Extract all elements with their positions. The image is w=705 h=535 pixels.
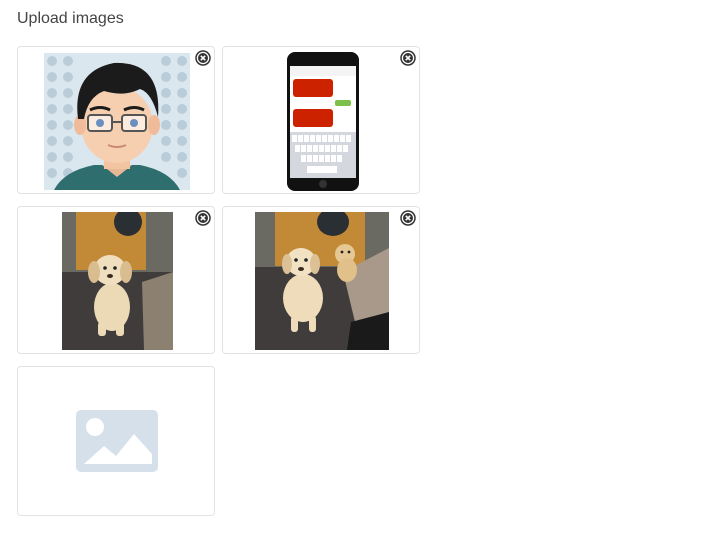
image-placeholder-icon: [76, 410, 158, 472]
image-card-phone[interactable]: [222, 46, 420, 194]
close-circle-icon[interactable]: [195, 50, 211, 66]
puppy-image: [62, 212, 173, 350]
page-title: Upload images: [17, 10, 124, 27]
close-circle-icon[interactable]: [400, 210, 416, 226]
image-card-puppy[interactable]: [17, 206, 215, 354]
avatar-image: [44, 53, 190, 190]
dogs-image: [255, 212, 389, 350]
image-card-dogs[interactable]: [222, 206, 420, 354]
image-card-avatar[interactable]: [17, 46, 215, 194]
phone-screenshot-image: [287, 52, 359, 191]
close-circle-icon[interactable]: [400, 50, 416, 66]
close-circle-icon[interactable]: [195, 210, 211, 226]
add-image-slot[interactable]: [17, 366, 215, 516]
